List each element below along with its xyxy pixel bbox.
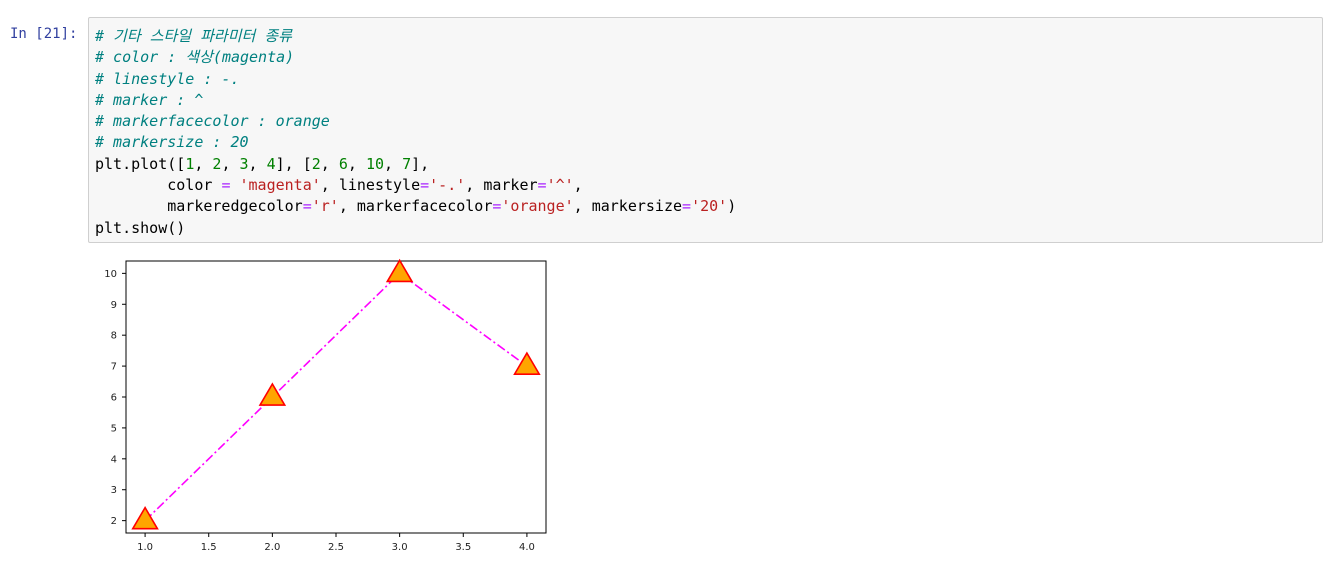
y-tick-label: 7 bbox=[111, 362, 117, 373]
code-token: , bbox=[248, 154, 267, 173]
plot-area bbox=[125, 260, 547, 534]
code-line: # marker : ^ bbox=[95, 90, 736, 111]
code-token: # marker : ^ bbox=[95, 90, 204, 109]
code-line: # color : 색상(magenta) bbox=[95, 47, 736, 68]
code-token: , markerfacecolor bbox=[338, 197, 493, 216]
x-tick-label: 2.0 bbox=[264, 542, 280, 553]
code-token: # color : 색상(magenta) bbox=[95, 48, 295, 67]
code-token: , linestyle bbox=[320, 176, 421, 195]
code-token: , bbox=[347, 154, 366, 173]
code-line: markeredgecolor='r', markerfacecolor='or… bbox=[95, 196, 736, 217]
y-tick-label: 2 bbox=[111, 516, 117, 527]
code-token: 'r' bbox=[311, 197, 339, 216]
code-line: plt.plot([1, 2, 3, 4], [2, 6, 10, 7], bbox=[95, 154, 736, 175]
y-tick-label: 3 bbox=[111, 485, 117, 496]
code-token: , bbox=[221, 154, 240, 173]
code-token: 10 bbox=[365, 154, 384, 173]
y-tick-label: 5 bbox=[111, 423, 117, 434]
code-token: plt.show() bbox=[95, 218, 186, 237]
code-token: '-.' bbox=[429, 176, 466, 195]
code-line: color = 'magenta', linestyle='-.', marke… bbox=[95, 175, 736, 196]
code-token: , bbox=[573, 176, 583, 195]
code-token: 3 bbox=[239, 154, 249, 173]
code-token: ], [ bbox=[275, 154, 312, 173]
code-token: 6 bbox=[338, 154, 348, 173]
code-line: # markerfacecolor : orange bbox=[95, 111, 736, 132]
y-tick-label: 9 bbox=[111, 300, 117, 311]
code-token: '^' bbox=[546, 176, 574, 195]
code-token: markeredgecolor bbox=[95, 197, 303, 216]
code-token: , bbox=[384, 154, 403, 173]
code-token: # 기타 스타일 파라미터 종류 bbox=[95, 27, 292, 45]
code-token: = bbox=[302, 197, 312, 216]
cell-output: 1.0 1.5 2.0 2.5 3.0 3.5 4.0 2 3 4 5 6 7 8 9 10 bbox=[88, 250, 558, 564]
x-tick-label: 2.5 bbox=[328, 542, 344, 553]
code-token: 4 bbox=[266, 154, 276, 173]
x-tick-label: 1.0 bbox=[137, 542, 153, 553]
x-tick-label: 1.5 bbox=[201, 542, 217, 553]
code-token: ], bbox=[411, 154, 430, 173]
code-token: = bbox=[537, 176, 547, 195]
code-token: 'orange' bbox=[501, 197, 574, 216]
code-token: '20' bbox=[691, 197, 728, 216]
code-token: 'magenta' bbox=[239, 176, 321, 195]
code-token: plt.plot([ bbox=[95, 154, 186, 173]
code-line: plt.show() bbox=[95, 218, 736, 239]
code-token: , bbox=[194, 154, 213, 173]
code-editor[interactable]: # 기타 스타일 파라미터 종류 # color : 색상(magenta) # l… bbox=[95, 26, 736, 239]
y-tick-label: 8 bbox=[111, 331, 117, 342]
code-token: = bbox=[420, 176, 430, 195]
y-tick-label: 10 bbox=[104, 269, 117, 280]
code-token: = bbox=[682, 197, 692, 216]
code-token: # markersize : 20 bbox=[95, 133, 249, 152]
code-token: 7 bbox=[402, 154, 412, 173]
code-token: , marker bbox=[465, 176, 538, 195]
x-tick-label: 3.5 bbox=[455, 542, 471, 553]
x-tick-label: 3.0 bbox=[392, 542, 408, 553]
code-token: 2 bbox=[311, 154, 321, 173]
y-tick-label: 6 bbox=[111, 393, 117, 404]
line-plot: 1.0 1.5 2.0 2.5 3.0 3.5 4.0 2 3 4 5 6 7 8 9 10 bbox=[104, 258, 547, 553]
code-token: color bbox=[95, 176, 222, 195]
y-tick-label: 4 bbox=[111, 454, 117, 465]
code-token: 1 bbox=[185, 154, 195, 173]
code-token: , markersize bbox=[573, 197, 683, 216]
code-token: ) bbox=[727, 197, 737, 216]
code-cell-input[interactable]: # 기타 스타일 파라미터 종류 # color : 색상(magenta) # l… bbox=[88, 17, 1323, 243]
code-token: # linestyle : -. bbox=[95, 69, 240, 88]
code-line: # 기타 스타일 파라미터 종류 bbox=[95, 26, 736, 47]
code-line: # markersize : 20 bbox=[95, 132, 736, 153]
x-tick-label: 4.0 bbox=[519, 542, 535, 553]
code-token: # markerfacecolor : orange bbox=[95, 112, 330, 131]
cell-prompt: In [21]: bbox=[10, 26, 78, 42]
code-token: , bbox=[320, 154, 339, 173]
code-line: # linestyle : -. bbox=[95, 69, 736, 90]
